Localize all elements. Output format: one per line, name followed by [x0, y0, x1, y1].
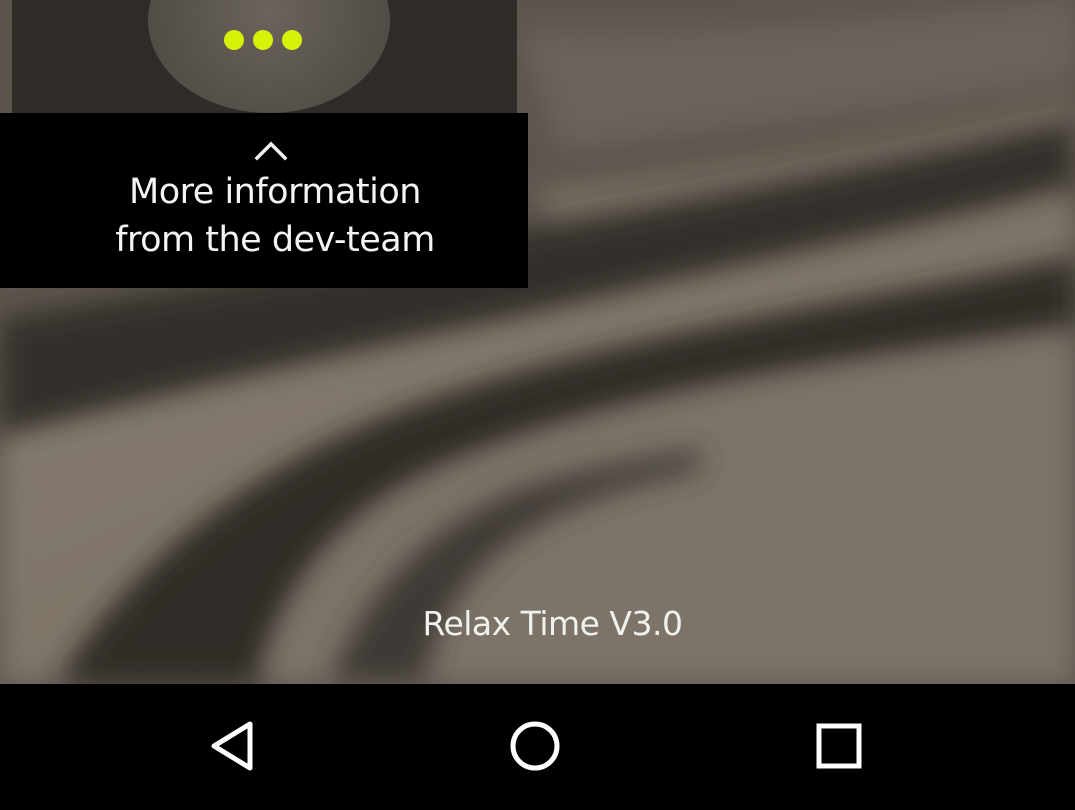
chevron-up-icon [254, 141, 288, 161]
info-text: More information from the dev-team [20, 168, 530, 264]
menu-dot [282, 30, 302, 50]
top-panel-edge [0, 0, 12, 113]
menu-dot [224, 30, 244, 50]
recents-button[interactable] [807, 714, 871, 778]
info-text-line-2: from the dev-team [115, 220, 435, 260]
app-version-label: Relax Time V3.0 [422, 604, 683, 643]
navigation-bar [0, 684, 1075, 810]
back-button[interactable] [202, 714, 266, 778]
back-triangle-icon [211, 721, 253, 771]
info-text-line-1: More information [129, 172, 421, 212]
more-horizontal-icon[interactable] [224, 30, 302, 50]
home-button[interactable] [503, 714, 567, 778]
menu-dot [253, 30, 273, 50]
home-circle-icon [510, 721, 560, 771]
app-screen: More information from the dev-team Relax… [0, 0, 1075, 810]
recents-square-icon [816, 723, 862, 769]
